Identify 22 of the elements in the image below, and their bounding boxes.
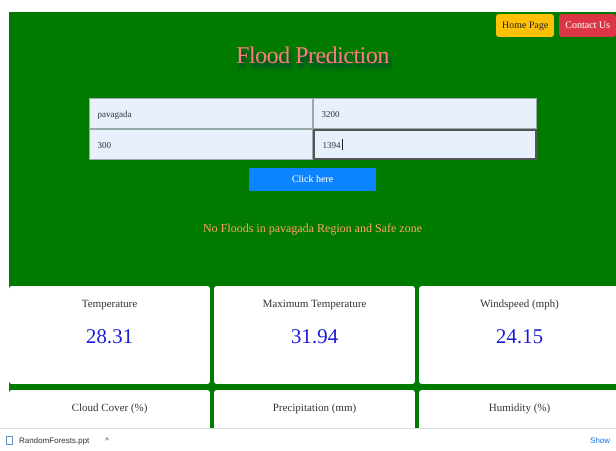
download-file-name[interactable]: RandomForests.ppt bbox=[19, 436, 90, 445]
file-icon bbox=[6, 436, 13, 445]
stat-label: Precipitation (mm) bbox=[272, 402, 356, 414]
stat-label: Cloud Cover (%) bbox=[72, 402, 148, 414]
stat-value: 28.31 bbox=[86, 324, 134, 349]
caret-icon[interactable]: ^ bbox=[105, 436, 110, 445]
input-field[interactable]: 1394 bbox=[312, 129, 536, 160]
page-title: Flood Prediction bbox=[236, 43, 389, 70]
stat-label: Temperature bbox=[82, 298, 138, 310]
input-field[interactable]: 3200 bbox=[312, 98, 536, 129]
input-field[interactable]: pavagada bbox=[88, 98, 312, 129]
stat-label: Maximum Temperature bbox=[262, 298, 366, 310]
input-field[interactable]: 300 bbox=[88, 129, 312, 160]
nav-button[interactable]: Contact Us bbox=[559, 14, 616, 37]
submit-button[interactable]: Click here bbox=[249, 168, 376, 191]
nav-button[interactable]: Home Page bbox=[496, 14, 554, 37]
stat-value: 24.15 bbox=[496, 324, 544, 349]
stat-label: Humidity (%) bbox=[488, 402, 550, 414]
show-all-link[interactable]: Show bbox=[590, 436, 610, 445]
stat-value: 31.94 bbox=[290, 324, 338, 349]
stat-label: Windspeed (mph) bbox=[480, 298, 559, 310]
result-message: No Floods in pavagada Region and Safe zone bbox=[203, 221, 422, 236]
